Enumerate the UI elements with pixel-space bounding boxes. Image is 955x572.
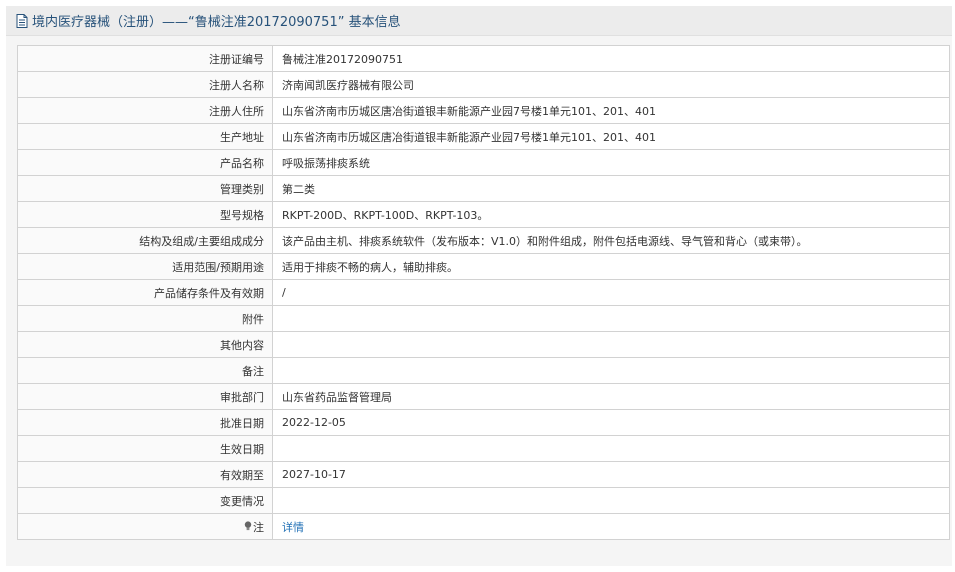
details-link[interactable]: 详情 [282, 521, 304, 534]
field-value [272, 357, 950, 384]
table-row: 适用范围/预期用途 适用于排痰不畅的病人，辅助排痰。 [17, 253, 950, 280]
table-row: 变更情况 [17, 487, 950, 514]
page-header: 境内医疗器械（注册）——“鲁械注准20172090751” 基本信息 [6, 6, 952, 36]
field-value: 第二类 [272, 175, 950, 202]
field-label: 附件 [17, 305, 273, 332]
field-value: 呼吸振荡排痰系统 [272, 149, 950, 176]
page-title: 境内医疗器械（注册）——“鲁械注准20172090751” 基本信息 [32, 15, 401, 30]
table-row: 注册人名称 济南闻凯医疗器械有限公司 [17, 71, 950, 98]
field-label: 生产地址 [17, 123, 273, 150]
table-row: 批准日期 2022-12-05 [17, 409, 950, 436]
field-label: 适用范围/预期用途 [17, 253, 273, 280]
field-value: 2022-12-05 [272, 409, 950, 436]
table-row: 其他内容 [17, 331, 950, 358]
field-value: 山东省济南市历城区唐冶街道银丰新能源产业园7号楼1单元101、201、401 [272, 123, 950, 150]
table-row: 生效日期 [17, 435, 950, 462]
field-value: 该产品由主机、排痰系统软件（发布版本：V1.0）和附件组成，附件包括电源线、导气… [272, 227, 950, 254]
field-label: 生效日期 [17, 435, 273, 462]
table-row: 有效期至 2027-10-17 [17, 461, 950, 488]
field-value: / [272, 279, 950, 306]
info-panel: 注册证编号 鲁械注准20172090751 注册人名称 济南闻凯医疗器械有限公司 注册人… [6, 36, 952, 566]
field-label: 型号规格 [17, 201, 273, 228]
field-label: 批准日期 [17, 409, 273, 436]
field-label: 管理类别 [17, 175, 273, 202]
field-label: 产品储存条件及有效期 [17, 279, 273, 306]
table-row: 管理类别 第二类 [17, 175, 950, 202]
field-value: 鲁械注准20172090751 [272, 45, 950, 72]
field-value [272, 305, 950, 332]
info-table: 注册证编号 鲁械注准20172090751 注册人名称 济南闻凯医疗器械有限公司 注册人… [17, 45, 950, 540]
field-value [272, 435, 950, 462]
note-row: 注 详情 [17, 513, 950, 540]
field-label: 有效期至 [17, 461, 273, 488]
field-label: 注册人名称 [17, 71, 273, 98]
table-row: 附件 [17, 305, 950, 332]
field-value: 适用于排痰不畅的病人，辅助排痰。 [272, 253, 950, 280]
field-label: 变更情况 [17, 487, 273, 514]
table-row: 审批部门 山东省药品监督管理局 [17, 383, 950, 410]
table-row: 产品名称 呼吸振荡排痰系统 [17, 149, 950, 176]
note-label: 注 [253, 520, 264, 534]
field-label: 注册证编号 [17, 45, 273, 72]
lightbulb-icon [244, 521, 252, 534]
field-label: 审批部门 [17, 383, 273, 410]
note-value-cell: 详情 [272, 513, 950, 540]
table-row: 备注 [17, 357, 950, 384]
table-row: 注册人住所 山东省济南市历城区唐冶街道银丰新能源产业园7号楼1单元101、201、… [17, 97, 950, 124]
field-label: 结构及组成/主要组成成分 [17, 227, 273, 254]
field-label: 产品名称 [17, 149, 273, 176]
field-label: 注册人住所 [17, 97, 273, 124]
field-value: 山东省药品监督管理局 [272, 383, 950, 410]
field-value: 山东省济南市历城区唐冶街道银丰新能源产业园7号楼1单元101、201、401 [272, 97, 950, 124]
table-row: 型号规格 RKPT-200D、RKPT-100D、RKPT-103。 [17, 201, 950, 228]
note-label-cell: 注 [17, 513, 273, 540]
field-value: RKPT-200D、RKPT-100D、RKPT-103。 [272, 201, 950, 228]
field-label: 其他内容 [17, 331, 273, 358]
table-row: 产品储存条件及有效期 / [17, 279, 950, 306]
field-label: 备注 [17, 357, 273, 384]
field-value: 济南闻凯医疗器械有限公司 [272, 71, 950, 98]
field-value [272, 331, 950, 358]
field-value: 2027-10-17 [272, 461, 950, 488]
document-icon [16, 13, 28, 28]
table-row: 注册证编号 鲁械注准20172090751 [17, 45, 950, 72]
field-value [272, 487, 950, 514]
table-row: 生产地址 山东省济南市历城区唐冶街道银丰新能源产业园7号楼1单元101、201、4… [17, 123, 950, 150]
table-row: 结构及组成/主要组成成分 该产品由主机、排痰系统软件（发布版本：V1.0）和附件组… [17, 227, 950, 254]
